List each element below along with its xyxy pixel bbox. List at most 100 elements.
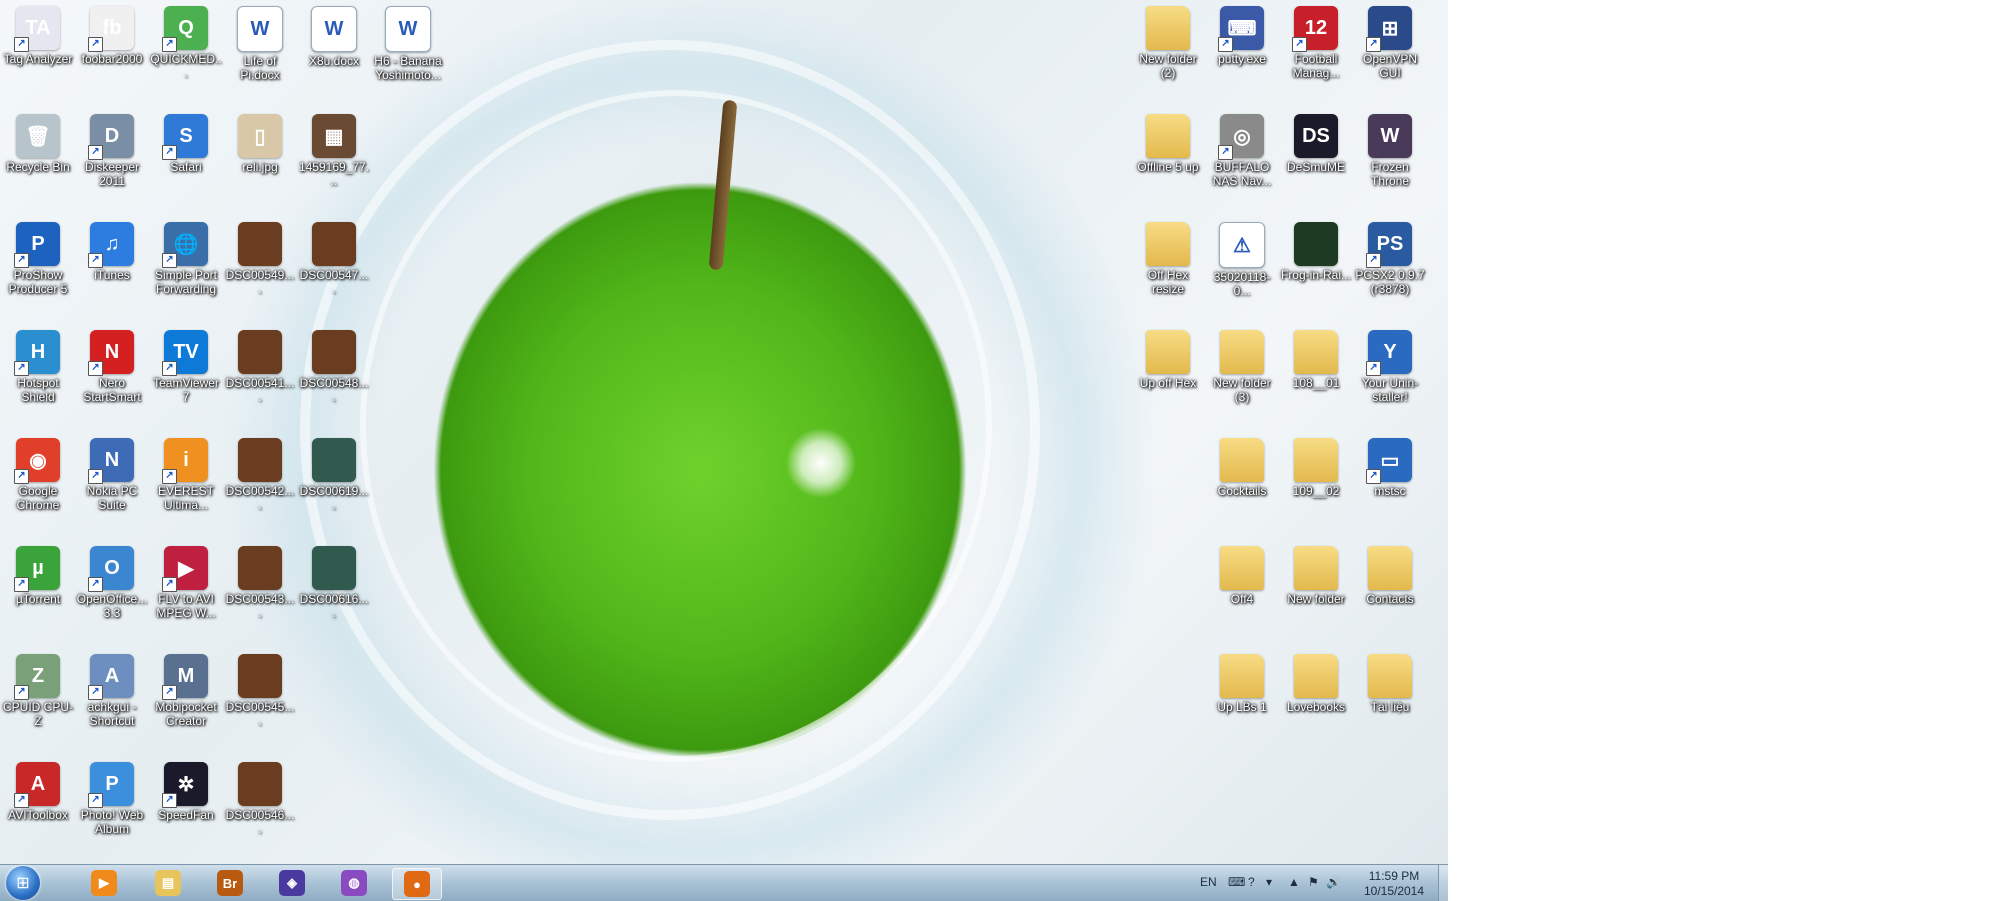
desktop-icon[interactable]: New folder (3) (1206, 330, 1278, 404)
taskbar-button[interactable]: ◍ (330, 868, 378, 898)
app-icon: H ↗ (14, 330, 60, 376)
desktop-icon[interactable]: ◎ ↗ BUFFALO NAS Nav... (1206, 114, 1278, 188)
desktop-icon[interactable]: Off4 (1206, 546, 1278, 606)
desktop-icon[interactable]: P ↗ ProShow Producer 5 (2, 222, 74, 296)
desktop-icon[interactable]: D ↗ Diskeeper 2011 (76, 114, 148, 188)
desktop-icon[interactable]: Up LBs 1 (1206, 654, 1278, 714)
keyboard-icon[interactable]: ⌨ (1228, 875, 1245, 889)
desktop-icon[interactable]: Off Hex resize (1132, 222, 1204, 296)
desktop-icon[interactable]: ✲ ↗ SpeedFan (150, 762, 222, 822)
clock[interactable]: 11:59 PM 10/15/2014 (1354, 869, 1434, 899)
desktop-icon[interactable]: Y ↗ Your Unin-staller! (1354, 330, 1426, 404)
desktop-icon[interactable]: 108__01 (1280, 330, 1352, 390)
folder-icon (1220, 438, 1264, 482)
shortcut-arrow-icon: ↗ (14, 577, 29, 592)
shortcut-arrow-icon: ↗ (162, 37, 177, 52)
desktop-icon[interactable]: M ↗ Mobipocket Creator (150, 654, 222, 728)
volume-icon[interactable]: 🔊 (1326, 875, 1341, 889)
desktop-icon[interactable]: DSC00541.... (224, 330, 296, 404)
desktop-icon[interactable]: S ↗ Safari (150, 114, 222, 174)
desktop-icon[interactable]: fb ↗ foobar2000 (76, 6, 148, 66)
desktop-icon[interactable]: H ↗ Hotspot Shield (2, 330, 74, 404)
desktop-icon-label: Nero StartSmart (83, 376, 141, 404)
desktop-icon[interactable]: Contacts (1354, 546, 1426, 606)
desktop-icon[interactable]: W Life of Pi.docx (224, 6, 296, 82)
start-button[interactable]: ⊞ (6, 866, 40, 900)
taskbar-button[interactable]: ▤ (144, 868, 192, 898)
desktop-icon[interactable]: 12 ↗ Football Manag... (1280, 6, 1352, 80)
language-indicator[interactable]: EN (1200, 875, 1217, 889)
desktop-icon[interactable]: DSC00619.... (298, 438, 370, 512)
app-icon: M ↗ (162, 654, 208, 700)
desktop-icon[interactable]: 🗑 Recycle Bin (2, 114, 74, 174)
desktop-icon[interactable]: DSC00616.... (298, 546, 370, 620)
desktop-icon[interactable]: DSC00548.... (298, 330, 370, 404)
desktop-icon[interactable]: TV ↗ TeamViewer 7 (150, 330, 222, 404)
desktop-icon[interactable]: P ↗ Photo! Web Album (76, 762, 148, 836)
desktop-icon-label: H6 - Banana Yoshimoto... (374, 54, 442, 82)
desktop-icon[interactable]: Frog-in-Rai... (1280, 222, 1352, 282)
desktop-icon[interactable]: i ↗ EVEREST Ultima... (150, 438, 222, 512)
desktop-icon[interactable]: ⊞ ↗ OpenVPN GUI (1354, 6, 1426, 80)
show-desktop-button[interactable] (1438, 865, 1449, 901)
desktop-icon[interactable]: PS ↗ PCSX2 0.9.7 (r3878) (1354, 222, 1426, 296)
desktop-icon[interactable]: ▭ ↗ mstsc (1354, 438, 1426, 498)
desktop-icon[interactable]: µ ↗ µTorrent (2, 546, 74, 606)
desktop-icon[interactable]: W H6 - Banana Yoshimoto... (372, 6, 444, 82)
desktop-background: TA ↗ Tag Analyzer fb ↗ foobar2000 Q ↗ QUICKMED..… (0, 0, 1448, 864)
clock-date: 10/15/2014 (1363, 884, 1425, 898)
desktop-icon-label: foobar2000 (81, 52, 143, 66)
taskbar-button[interactable]: ▶ (80, 868, 128, 898)
shortcut-arrow-icon: ↗ (1366, 37, 1381, 52)
app-icon: Q ↗ (162, 6, 208, 52)
desktop-icon[interactable]: Offline 5 up (1132, 114, 1204, 174)
desktop-icon[interactable]: ⌨ ↗ putty.exe (1206, 6, 1278, 66)
desktop-icon[interactable]: Tài liệu (1354, 654, 1426, 714)
options-arrow-icon[interactable]: ▾ (1266, 875, 1272, 889)
desktop-icon[interactable]: N ↗ Nokia PC Suite (76, 438, 148, 512)
desktop-icon[interactable]: ▶ ↗ FLV to AVI MPEG W... (150, 546, 222, 620)
app-icon: PS ↗ (1366, 222, 1412, 268)
taskbar-button[interactable]: Br (206, 868, 254, 898)
desktop-icon[interactable]: New folder (1280, 546, 1352, 606)
desktop-icon[interactable]: DSC00549.... (224, 222, 296, 296)
desktop-icon[interactable]: O ↗ OpenOffice... 3.3 (76, 546, 148, 620)
desktop-icon[interactable]: N ↗ Nero StartSmart (76, 330, 148, 404)
desktop-icon[interactable]: A ↗ achkgui - Shortcut (76, 654, 148, 728)
desktop-icon[interactable]: ▦ 1459169_77... (298, 114, 370, 188)
help-icon[interactable]: ? (1248, 875, 1255, 889)
desktop-icon[interactable]: Lovebooks (1280, 654, 1352, 714)
desktop-icon[interactable]: Z ↗ CPUID CPU-Z (2, 654, 74, 728)
folder-icon (1294, 330, 1338, 374)
shortcut-arrow-icon: ↗ (162, 577, 177, 592)
desktop-icon[interactable]: ◉ ↗ Google Chrome (2, 438, 74, 512)
desktop-icon-label: SpeedFan (158, 808, 214, 822)
desktop-icon[interactable]: DSC00542.... (224, 438, 296, 512)
desktop-icon[interactable]: ⚠ 35020118-0... (1206, 222, 1278, 298)
desktop-icon-label: Simple Port Forwarding (154, 268, 218, 296)
show-hidden-icons-icon[interactable]: ▲ (1288, 875, 1300, 889)
desktop-icon[interactable]: ▯ reli.jpg (224, 114, 296, 174)
desktop-icon[interactable]: Up off Hex (1132, 330, 1204, 390)
desktop-icon[interactable]: W X8u.docx (298, 6, 370, 68)
desktop-icon[interactable]: New folder (2) (1132, 6, 1204, 80)
desktop-icon[interactable]: 🌐 ↗ Simple Port Forwarding (150, 222, 222, 296)
desktop-icon[interactable]: A ↗ AVIToolbox (2, 762, 74, 822)
desktop-icon[interactable]: TA ↗ Tag Analyzer (2, 6, 74, 66)
desktop-icon-label: Mobipocket Creator (155, 700, 217, 728)
desktop-icon[interactable]: Cocktails (1206, 438, 1278, 498)
desktop-icon[interactable]: W Frozen Throne (1354, 114, 1426, 188)
desktop-icon[interactable]: DSC00547.... (298, 222, 370, 296)
taskbar-button[interactable]: ◈ (268, 868, 316, 898)
taskbar-button[interactable]: ● (392, 868, 442, 900)
app-icon (312, 330, 356, 374)
desktop-icon[interactable]: DSC00546.... (224, 762, 296, 836)
desktop-icon[interactable]: Q ↗ QUICKMED... (150, 6, 222, 80)
desktop-icon[interactable]: ♫ ↗ iTunes (76, 222, 148, 282)
action-center-icon[interactable]: ⚑ (1308, 875, 1319, 889)
shortcut-arrow-icon: ↗ (88, 577, 103, 592)
desktop-icon[interactable]: DSC00543.... (224, 546, 296, 620)
desktop-icon[interactable]: 109__02 (1280, 438, 1352, 498)
desktop-icon[interactable]: DS DeSmuME (1280, 114, 1352, 174)
desktop-icon[interactable]: DSC00545.... (224, 654, 296, 728)
